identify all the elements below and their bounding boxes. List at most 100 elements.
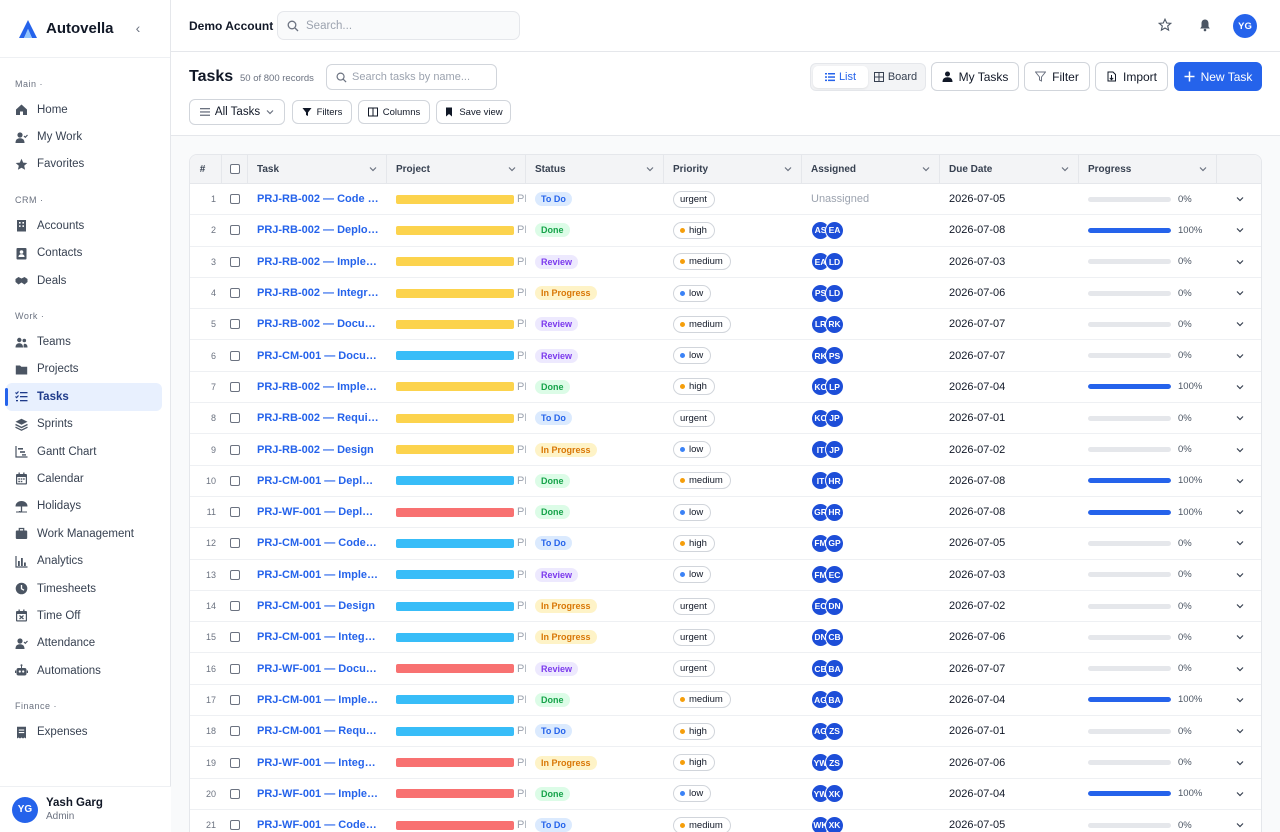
priority-badge[interactable]: medium bbox=[673, 691, 731, 709]
sidebar-item-attendance[interactable]: Attendance bbox=[6, 630, 162, 657]
sidebar-item-favorites[interactable]: Favorites bbox=[6, 151, 162, 178]
table-row[interactable]: 19 PRJ-WF-001 — Integration PRJ-WF-001: Po… bbox=[190, 747, 1261, 779]
bell-icon[interactable] bbox=[1198, 18, 1212, 32]
table-row[interactable]: 10 PRJ-CM-001 — Deployment PRJ-CM-001: Rep… bbox=[190, 466, 1261, 497]
table-row[interactable]: 2 PRJ-RB-002 — Deployment PRJ-RB-002: Netw… bbox=[190, 215, 1261, 247]
assignee-avatar[interactable]: XK bbox=[825, 815, 844, 832]
sidebar-item-automations[interactable]: Automations bbox=[6, 657, 162, 684]
task-search-input[interactable]: Search tasks by name... bbox=[326, 64, 497, 90]
assignee-avatar[interactable]: EC bbox=[825, 565, 844, 585]
priority-badge[interactable]: high bbox=[673, 534, 715, 552]
priority-badge[interactable]: urgent bbox=[673, 660, 715, 678]
priority-badge[interactable]: urgent bbox=[673, 628, 715, 646]
status-badge[interactable]: In Progress bbox=[535, 630, 597, 645]
task-cell[interactable]: PRJ-CM-001 — Deployment bbox=[248, 466, 387, 496]
table-row[interactable]: 16 PRJ-WF-001 — Documentation PRJ-WF-001: … bbox=[190, 654, 1261, 685]
status-badge[interactable]: In Progress bbox=[535, 286, 597, 301]
row-checkbox[interactable] bbox=[230, 381, 240, 392]
table-row[interactable]: 6 PRJ-CM-001 — Documentation PRJ-CM-001: R… bbox=[190, 341, 1261, 372]
priority-badge[interactable]: low bbox=[673, 441, 712, 459]
chevron-down-icon[interactable] bbox=[1235, 288, 1245, 298]
priority-badge[interactable]: high bbox=[673, 722, 715, 740]
sidebar-item-tasks[interactable]: Tasks bbox=[5, 383, 162, 411]
task-cell[interactable]: PRJ-RB-002 — Implementation bbox=[248, 247, 387, 277]
chevron-down-icon[interactable] bbox=[1235, 194, 1245, 204]
sidebar-item-expenses[interactable]: Expenses bbox=[6, 718, 162, 745]
table-row[interactable]: 13 PRJ-CM-001 — Implementation PRJ-CM-001:… bbox=[190, 560, 1261, 591]
task-cell[interactable]: PRJ-CM-001 — Implementation bbox=[248, 685, 387, 715]
task-link[interactable]: PRJ-CM-001 — Implementation bbox=[257, 569, 379, 581]
collapse-sidebar-icon[interactable]: ‹ bbox=[130, 20, 146, 36]
chevron-down-icon[interactable] bbox=[1235, 319, 1245, 329]
new-task-button[interactable]: New Task bbox=[1174, 62, 1262, 91]
status-badge[interactable]: Done bbox=[535, 786, 570, 801]
priority-badge[interactable]: high bbox=[673, 378, 715, 396]
header-avatar[interactable]: YG bbox=[1233, 14, 1257, 38]
task-cell[interactable]: PRJ-RB-002 — Deployment bbox=[248, 215, 387, 245]
chevron-down-icon[interactable] bbox=[1235, 413, 1245, 423]
chevron-down-icon[interactable] bbox=[1235, 507, 1245, 517]
task-link[interactable]: PRJ-WF-001 — Documentation bbox=[257, 663, 379, 675]
assignee-avatar[interactable]: BA bbox=[825, 659, 844, 679]
assignee-avatar[interactable]: HR bbox=[825, 471, 844, 491]
sidebar-item-work-management[interactable]: Work Management bbox=[6, 520, 162, 547]
priority-badge[interactable]: low bbox=[673, 503, 712, 521]
user-profile[interactable]: YG Yash Garg Admin bbox=[0, 786, 171, 832]
priority-badge[interactable]: low bbox=[673, 347, 712, 365]
sidebar-item-home[interactable]: Home bbox=[6, 96, 162, 123]
task-link[interactable]: PRJ-RB-002 — Deployment bbox=[257, 224, 379, 236]
sidebar-item-timesheets[interactable]: Timesheets bbox=[6, 575, 162, 602]
sidebar-item-contacts[interactable]: Contacts bbox=[6, 240, 162, 267]
row-checkbox[interactable] bbox=[230, 413, 240, 424]
row-checkbox[interactable] bbox=[230, 507, 240, 518]
task-link[interactable]: PRJ-CM-001 — Documentation bbox=[257, 350, 379, 362]
task-link[interactable]: PRJ-WF-001 — Deployment bbox=[257, 506, 379, 518]
assignee-avatar[interactable]: EA bbox=[825, 220, 844, 240]
priority-badge[interactable]: high bbox=[673, 221, 715, 239]
sidebar-item-teams[interactable]: Teams bbox=[6, 328, 162, 355]
row-checkbox[interactable] bbox=[230, 788, 240, 799]
chevron-down-icon[interactable] bbox=[1235, 538, 1245, 548]
table-row[interactable]: 20 PRJ-WF-001 — Implementation PRJ-WF-001:… bbox=[190, 779, 1261, 810]
row-checkbox[interactable] bbox=[230, 632, 240, 643]
task-link[interactable]: PRJ-RB-002 — Implementation bbox=[257, 381, 379, 393]
task-link[interactable]: PRJ-WF-001 — Integration bbox=[257, 757, 379, 769]
save-view-button[interactable]: Save view bbox=[436, 100, 511, 124]
chevron-down-icon[interactable] bbox=[1235, 382, 1245, 392]
task-cell[interactable]: PRJ-CM-001 — Design bbox=[248, 591, 387, 621]
task-link[interactable]: PRJ-RB-002 — Integration bbox=[257, 287, 379, 299]
status-badge[interactable]: Review bbox=[535, 661, 579, 676]
row-checkbox[interactable] bbox=[230, 757, 240, 768]
assignee-avatar[interactable]: LD bbox=[825, 283, 844, 303]
task-cell[interactable]: PRJ-WF-001 — Integration bbox=[248, 747, 387, 777]
task-link[interactable]: PRJ-WF-001 — Code Review bbox=[257, 819, 379, 831]
assignee-avatar[interactable]: JP bbox=[825, 408, 844, 428]
table-row[interactable]: 11 PRJ-WF-001 — Deployment PRJ-WF-001: Por… bbox=[190, 497, 1261, 529]
row-checkbox[interactable] bbox=[230, 225, 240, 236]
assignee-avatar[interactable]: HR bbox=[825, 502, 844, 522]
table-row[interactable]: 12 PRJ-CM-001 — Code Review PRJ-CM-001: Re… bbox=[190, 528, 1261, 560]
assignee-avatar[interactable]: ZS bbox=[825, 721, 844, 741]
task-link[interactable]: PRJ-CM-001 — Requirements bbox=[257, 725, 379, 737]
task-cell[interactable]: PRJ-RB-002 — Requirements bbox=[248, 403, 387, 433]
task-cell[interactable]: PRJ-RB-002 — Implementation bbox=[248, 372, 387, 402]
sidebar-item-sprints[interactable]: Sprints bbox=[6, 411, 162, 438]
sidebar-item-time-off[interactable]: Time Off bbox=[6, 602, 162, 629]
task-cell[interactable]: PRJ-WF-001 — Implementation bbox=[248, 779, 387, 809]
task-link[interactable]: PRJ-WF-001 — Implementation bbox=[257, 788, 379, 800]
task-link[interactable]: PRJ-RB-002 — Code Review bbox=[257, 193, 379, 205]
status-badge[interactable]: Done bbox=[535, 223, 570, 238]
row-checkbox[interactable] bbox=[230, 256, 240, 267]
task-cell[interactable]: PRJ-CM-001 — Documentation bbox=[248, 341, 387, 371]
chevron-down-icon[interactable] bbox=[1235, 225, 1245, 235]
chevron-down-icon[interactable] bbox=[1235, 820, 1245, 830]
table-row[interactable]: 8 PRJ-RB-002 — Requirements PRJ-RB-002: Ne… bbox=[190, 403, 1261, 435]
import-button[interactable]: Import bbox=[1095, 62, 1168, 91]
table-row[interactable]: 17 PRJ-CM-001 — Implementation PRJ-CM-001:… bbox=[190, 685, 1261, 717]
column-header-project[interactable]: Project bbox=[387, 155, 526, 183]
assignee-avatar[interactable]: GP bbox=[825, 533, 844, 553]
table-row[interactable]: 15 PRJ-CM-001 — Integration PRJ-CM-001: Re… bbox=[190, 622, 1261, 654]
star-icon[interactable] bbox=[1158, 18, 1172, 32]
assignee-avatar[interactable]: CB bbox=[825, 627, 844, 647]
status-badge[interactable]: To Do bbox=[535, 818, 572, 832]
